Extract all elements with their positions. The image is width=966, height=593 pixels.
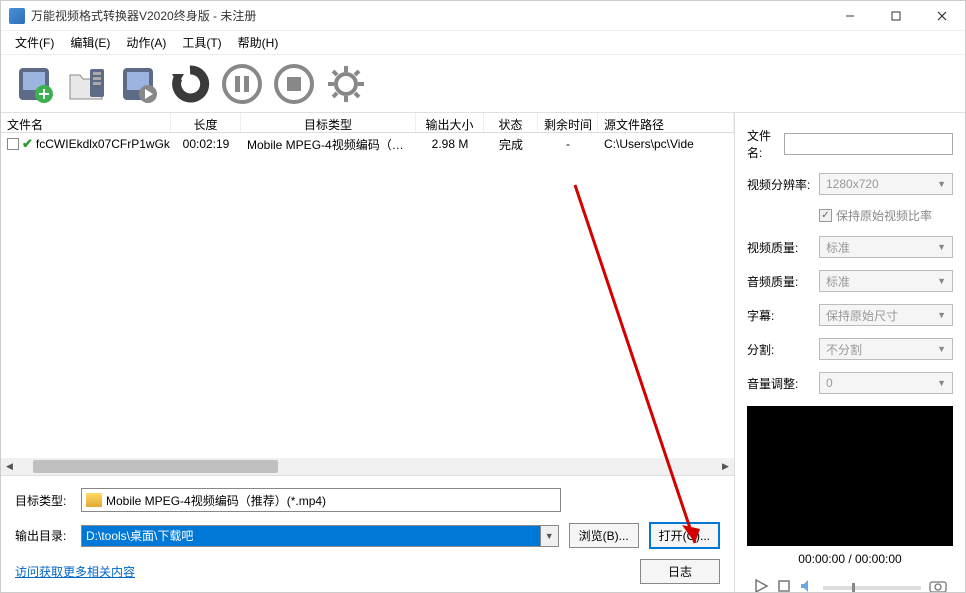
output-dir-value: D:\tools\桌面\下载吧 — [82, 526, 540, 546]
video-preview[interactable] — [747, 406, 953, 546]
row-filename: fcCWIEkdlx07CFrP1wGk... — [36, 137, 171, 151]
volume-icon[interactable] — [795, 576, 819, 592]
add-video-button[interactable] — [9, 60, 59, 108]
player-stop-icon[interactable] — [773, 577, 795, 592]
resolution-select[interactable]: 1280x720▼ — [819, 173, 953, 195]
chevron-down-icon: ▼ — [937, 276, 946, 286]
table-header: 文件名 长度 目标类型 输出大小 状态 剩余时间 源文件路径 — [1, 113, 734, 133]
stop-button[interactable] — [269, 60, 319, 108]
type-format-icon — [86, 493, 102, 507]
settings-button[interactable] — [321, 60, 371, 108]
refresh-button[interactable] — [165, 60, 215, 108]
open-button[interactable]: 打开(O)... — [649, 522, 720, 549]
col-status[interactable]: 状态 — [484, 113, 538, 132]
video-quality-select[interactable]: 标准▼ — [819, 236, 953, 258]
row-path: C:\Users\pc\Vide — [598, 135, 734, 153]
split-select[interactable]: 不分割▼ — [819, 338, 953, 360]
keep-aspect-checkbox[interactable]: ✓ — [819, 209, 832, 222]
col-path[interactable]: 源文件路径 — [598, 113, 734, 132]
chevron-down-icon: ▼ — [937, 242, 946, 252]
check-icon: ✔ — [22, 136, 33, 152]
horizontal-scrollbar[interactable]: ◀ ▶ — [1, 458, 734, 475]
chevron-down-icon[interactable]: ▼ — [540, 526, 558, 546]
window-title: 万能视频格式转换器V2020终身版 - 未注册 — [31, 7, 827, 24]
seek-slider[interactable] — [823, 586, 921, 590]
table-row[interactable]: ✔ fcCWIEkdlx07CFrP1wGk... 00:02:19 Mobil… — [1, 133, 734, 155]
play-icon[interactable] — [749, 576, 773, 592]
menu-action[interactable]: 动作(A) — [118, 31, 174, 54]
preview-panel: 00:00:00 / 00:00:00 — [747, 406, 953, 592]
row-size: 2.98 M — [416, 135, 484, 153]
target-type-label: 目标类型: — [15, 492, 71, 509]
toolbar — [1, 55, 965, 113]
filename-input[interactable] — [784, 133, 953, 155]
menu-file[interactable]: 文件(F) — [7, 31, 62, 54]
row-type: Mobile MPEG-4视频编码（推荐） — [241, 134, 416, 155]
col-remain[interactable]: 剩余时间 — [538, 113, 598, 132]
col-size[interactable]: 输出大小 — [416, 113, 484, 132]
snapshot-icon[interactable] — [925, 577, 951, 592]
chevron-down-icon: ▼ — [937, 378, 946, 388]
split-label: 分割: — [747, 341, 819, 358]
open-folder-button[interactable] — [61, 60, 111, 108]
browse-button[interactable]: 浏览(B)... — [569, 523, 639, 548]
filename-label: 文件名: — [747, 127, 784, 161]
col-type[interactable]: 目标类型 — [241, 113, 416, 132]
output-dir-label: 输出目录: — [15, 527, 71, 544]
menu-help[interactable]: 帮助(H) — [230, 31, 287, 54]
more-content-link[interactable]: 访问获取更多相关内容 — [15, 563, 135, 580]
col-filename[interactable]: 文件名 — [1, 113, 171, 132]
col-length[interactable]: 长度 — [171, 113, 241, 132]
audio-quality-label: 音频质量: — [747, 273, 819, 290]
minimize-button[interactable] — [827, 1, 873, 31]
app-icon — [9, 8, 25, 24]
audio-quality-select[interactable]: 标准▼ — [819, 270, 953, 292]
scroll-left-icon[interactable]: ◀ — [1, 458, 18, 475]
convert-button[interactable] — [113, 60, 163, 108]
row-checkbox[interactable] — [7, 138, 19, 150]
menubar: 文件(F) 编辑(E) 动作(A) 工具(T) 帮助(H) — [1, 31, 965, 55]
target-type-value: Mobile MPEG-4视频编码（推荐）(*.mp4) — [106, 492, 326, 509]
row-length: 00:02:19 — [171, 135, 241, 153]
time-display: 00:00:00 / 00:00:00 — [747, 546, 953, 572]
chevron-down-icon: ▼ — [937, 344, 946, 354]
resolution-label: 视频分辨率: — [747, 176, 819, 193]
video-quality-label: 视频质量: — [747, 239, 819, 256]
volume-select[interactable]: 0▼ — [819, 372, 953, 394]
subtitle-label: 字幕: — [747, 307, 819, 324]
scroll-thumb[interactable] — [33, 460, 278, 473]
output-dir-field[interactable]: D:\tools\桌面\下载吧 ▼ — [81, 525, 559, 547]
chevron-down-icon: ▼ — [937, 179, 946, 189]
row-remain: - — [538, 135, 598, 153]
row-status: 完成 — [484, 134, 538, 155]
log-button[interactable]: 日志 — [640, 559, 720, 584]
volume-label: 音量调整: — [747, 375, 819, 392]
scroll-right-icon[interactable]: ▶ — [717, 458, 734, 475]
pause-button[interactable] — [217, 60, 267, 108]
menu-tools[interactable]: 工具(T) — [174, 31, 229, 54]
titlebar: 万能视频格式转换器V2020终身版 - 未注册 — [1, 1, 965, 31]
file-list-panel: 文件名 长度 目标类型 输出大小 状态 剩余时间 源文件路径 ✔ fcCWIEk… — [1, 113, 735, 592]
close-button[interactable] — [919, 1, 965, 31]
menu-edit[interactable]: 编辑(E) — [62, 31, 118, 54]
maximize-button[interactable] — [873, 1, 919, 31]
keep-aspect-label: 保持原始视频比率 — [836, 207, 932, 224]
chevron-down-icon: ▼ — [937, 310, 946, 320]
subtitle-select[interactable]: 保持原始尺寸▼ — [819, 304, 953, 326]
target-type-field[interactable]: Mobile MPEG-4视频编码（推荐）(*.mp4) — [81, 488, 561, 512]
bottom-panel: 目标类型: Mobile MPEG-4视频编码（推荐）(*.mp4) 输出目录:… — [1, 475, 734, 592]
settings-panel: 文件名: 视频分辨率: 1280x720▼ ✓ 保持原始视频比率 视频质量: 标… — [735, 113, 965, 592]
